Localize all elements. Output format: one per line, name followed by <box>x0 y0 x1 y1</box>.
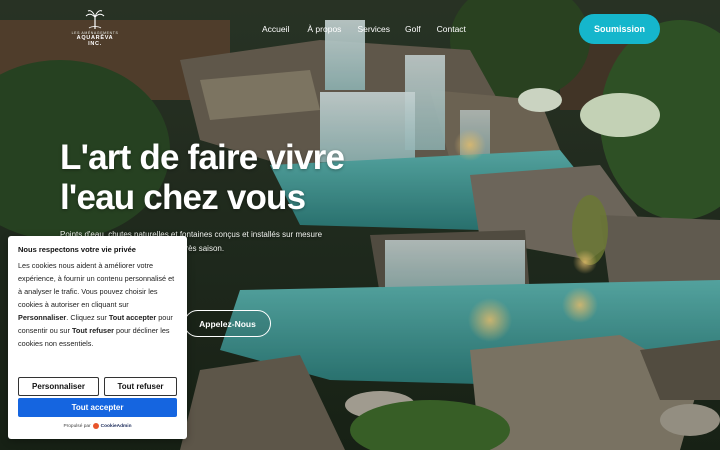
nav-contact[interactable]: Contact <box>437 24 466 34</box>
appelez-nous-button[interactable]: Appelez-Nous <box>184 310 271 337</box>
nav-services[interactable]: Services <box>357 24 390 34</box>
cookie-text-part: Les cookies nous aident à améliorer votr… <box>18 261 175 309</box>
personnaliser-button[interactable]: Personnaliser <box>18 377 99 396</box>
site-logo[interactable]: LES AMÉNAGEMENTS AQUARÊVA INC. <box>70 8 120 50</box>
cookie-button-row: Personnaliser Tout refuser <box>18 377 177 396</box>
cookie-text-part: . Cliquez sur <box>66 313 109 322</box>
nav-a-propos[interactable]: À propos <box>307 24 341 34</box>
hero-title-line-1: L'art de faire vivre <box>60 138 345 177</box>
cookieadmin-logo-icon <box>92 423 99 429</box>
site-header: LES AMÉNAGEMENTS AQUARÊVA INC. Accueil À… <box>0 0 720 58</box>
soumission-button[interactable]: Soumission <box>579 14 660 44</box>
powered-by-label: Propulsé par <box>63 423 91 429</box>
cookie-text-bold: Personnaliser <box>18 313 67 322</box>
cookie-text-bold: Tout accepter <box>108 313 157 322</box>
nav-golf[interactable]: Golf <box>405 24 421 34</box>
tout-accepter-button[interactable]: Tout accepter <box>18 398 177 417</box>
hero-title: L'art de faire vivre l'eau chez vous <box>60 138 420 218</box>
cookie-consent-banner: Nous respectons votre vie privée Les coo… <box>8 236 187 439</box>
cookie-text-bold: Tout refuser <box>71 326 114 335</box>
cookie-title: Nous respectons votre vie privée <box>18 245 136 254</box>
cookie-powered-by: Propulsé par CookieAdmin <box>8 423 187 429</box>
main-nav: Accueil À propos Services Golf Contact <box>262 24 484 34</box>
logo-name: AQUARÊVA INC. <box>76 35 114 47</box>
cookie-description: Les cookies nous aident à améliorer votr… <box>18 259 177 350</box>
nav-accueil[interactable]: Accueil <box>262 24 289 34</box>
palm-tree-logo-icon <box>85 10 105 29</box>
tout-refuser-button[interactable]: Tout refuser <box>104 377 177 396</box>
powered-by-brand[interactable]: CookieAdmin <box>101 424 132 429</box>
hero-title-line-2: l'eau chez vous <box>60 178 306 217</box>
